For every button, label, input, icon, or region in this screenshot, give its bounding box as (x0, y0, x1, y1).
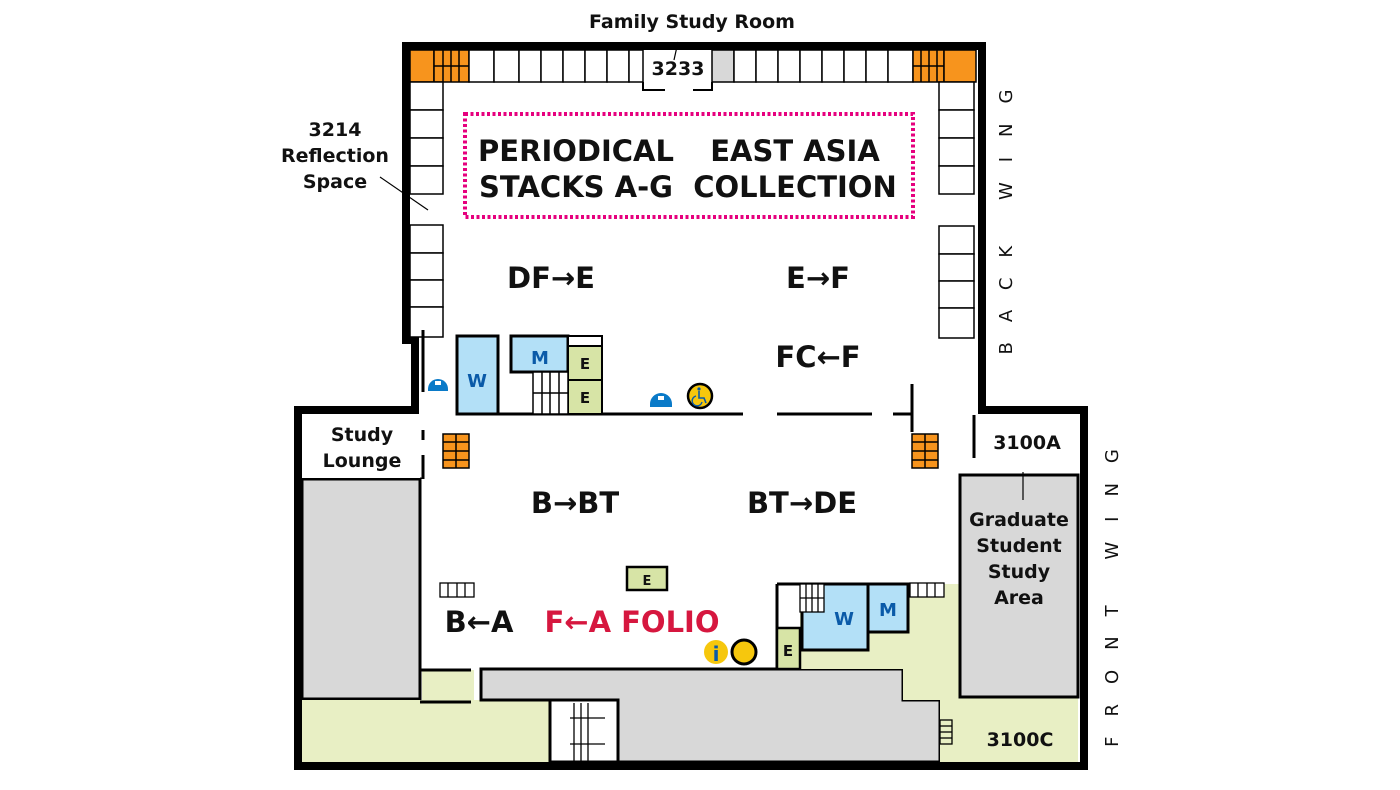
graduate-line1: Graduate (969, 509, 1069, 531)
front-wing-label: FRONT WING (1102, 429, 1123, 747)
wheelchair-accessible-icon (686, 382, 714, 410)
range-b-a: B←A (445, 605, 514, 639)
bottom-left-green-area (302, 700, 550, 762)
info-icon-glyph: i (713, 642, 720, 666)
womens-restroom-lower-label: W (834, 609, 854, 630)
stairs-icon-left (439, 582, 475, 598)
periodical-stacks-line2: STACKS A-G (479, 170, 673, 204)
study-carrels-mid-left (442, 433, 470, 469)
back-wing-label: BACK WING (996, 70, 1017, 355)
range-fc-f: FC←F (775, 340, 860, 374)
reflection-label-line2: Space (303, 171, 367, 193)
room-3233-label: 3233 (652, 58, 705, 80)
elevator-mid-label: E (643, 574, 652, 589)
corridor-green-area (422, 670, 474, 702)
elevator-upper-1-label: E (580, 355, 590, 373)
graduate-line3: Study (988, 561, 1051, 583)
periodical-stacks-line1: PERIODICAL (478, 134, 674, 168)
reflection-room-number: 3214 (309, 119, 362, 141)
graduate-line2: Student (976, 535, 1061, 557)
bottom-stairwell (548, 698, 620, 764)
room-3100a-label: 3100A (993, 432, 1061, 454)
study-lounge-line2: Lounge (323, 450, 402, 472)
mens-restroom-lower-label: M (879, 600, 897, 621)
study-carrels-mid-right (911, 433, 939, 469)
range-df-e: DF→E (507, 261, 595, 295)
upper-stairs (532, 371, 569, 415)
range-folio: F←A FOLIO (544, 605, 719, 639)
lower-restroom-stairs (799, 583, 825, 613)
small-stairs-3100c (939, 719, 953, 745)
room-3100c-label: 3100C (987, 729, 1054, 751)
east-asia-line1: EAST ASIA (710, 134, 880, 168)
stairs-icon-right (909, 582, 945, 598)
corner-carrel-right (943, 49, 977, 83)
floor-plan-map: i Family Study Room 3233 3214 Reflection… (281, 11, 1123, 770)
elevator-lower-label: E (783, 642, 793, 660)
elevator-upper-2-label: E (580, 389, 590, 407)
left-gray-block (300, 477, 422, 701)
graduate-line4: Area (994, 587, 1044, 609)
east-asia-line2: COLLECTION (693, 170, 896, 204)
mens-restroom-upper-label: M (531, 348, 549, 369)
range-b-bt: B→BT (531, 486, 620, 520)
range-e-f: E→F (786, 261, 850, 295)
womens-restroom-upper-label: W (467, 371, 487, 392)
study-lounge-line1: Study (331, 424, 394, 446)
corner-carrel-left (409, 49, 435, 83)
family-study-room-label: Family Study Room (589, 11, 795, 33)
reflection-label-line1: Reflection (281, 145, 389, 167)
range-bt-de: BT→DE (747, 486, 857, 520)
service-point-icon (730, 638, 758, 666)
elevator-machine-room (567, 335, 603, 347)
